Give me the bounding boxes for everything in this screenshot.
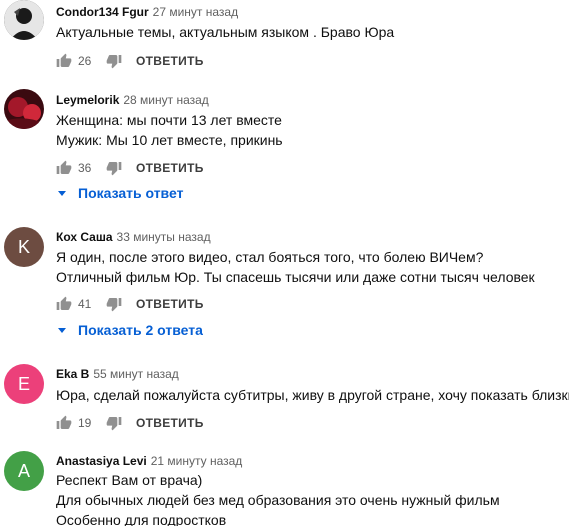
reply-button[interactable]: ОТВЕТИТЬ <box>136 54 204 68</box>
comment-line: Юра, сделай пожалуйста субтитры, живу в … <box>56 387 569 403</box>
avatar-letter: E <box>17 373 30 394</box>
caret-down-icon <box>58 328 66 333</box>
avatar[interactable]: K <box>4 227 44 267</box>
comment-line: Респект Вам от врача) <box>56 472 203 488</box>
thumb-down-icon[interactable] <box>106 160 122 176</box>
avatar-letter: A <box>17 460 30 481</box>
comment-author[interactable]: Кох Саша <box>56 230 113 244</box>
comment-line: Отличный фильм Юр. Ты спасешь тысячи или… <box>56 269 535 285</box>
thumb-up-icon[interactable] <box>56 160 72 176</box>
thumb-down-icon[interactable] <box>106 415 122 431</box>
avatar-letter: K <box>17 236 30 257</box>
comment-author[interactable]: Anastasiya Levi <box>56 454 147 468</box>
avatar[interactable]: E <box>4 364 44 404</box>
show-replies-label: Показать ответ <box>78 185 184 201</box>
like-count: 19 <box>78 416 92 430</box>
comment-time[interactable]: 27 минут назад <box>153 5 238 19</box>
thumb-up-icon[interactable] <box>56 415 72 431</box>
comment-author[interactable]: Eka B <box>56 367 89 381</box>
comment-line: Для обычных людей без мед образования эт… <box>56 492 500 508</box>
comment-text: Актуальные темы, актуальным языком . Бра… <box>56 22 394 42</box>
comment-text: Женщина: мы почти 13 лет вместе Мужик: М… <box>56 110 283 150</box>
comment-text: Юра, сделай пожалуйста субтитры, живу в … <box>56 385 569 405</box>
comment-time[interactable]: 21 минуту назад <box>151 454 243 468</box>
comment-time[interactable]: 28 минут назад <box>123 93 208 107</box>
comment-time[interactable]: 33 минуты назад <box>117 230 211 244</box>
reply-button[interactable]: ОТВЕТИТЬ <box>136 416 204 430</box>
comment-author[interactable]: Leymelorik <box>56 93 119 107</box>
avatar[interactable] <box>4 0 44 40</box>
comment-time[interactable]: 55 минут назад <box>93 367 178 381</box>
like-count: 26 <box>78 54 92 68</box>
thumb-up-icon[interactable] <box>56 296 72 312</box>
comment-line: Мужик: Мы 10 лет вместе, прикинь <box>56 132 283 148</box>
show-replies-label: Показать 2 ответа <box>78 322 203 338</box>
avatar[interactable] <box>4 89 44 129</box>
comment-author[interactable]: Condor134 Fgur <box>56 5 149 19</box>
comment-text: Респект Вам от врача) Для обычных людей … <box>56 470 500 526</box>
avatar-photo <box>4 0 44 40</box>
thumb-up-icon[interactable] <box>56 53 72 69</box>
like-count: 36 <box>78 161 92 175</box>
thumb-down-icon[interactable] <box>106 296 122 312</box>
comment-line: Актуальные темы, актуальным языком . Бра… <box>56 24 395 40</box>
comment-text: Я один, после этого видео, стал бояться … <box>56 247 535 287</box>
reply-button[interactable]: ОТВЕТИТЬ <box>136 297 204 311</box>
caret-down-icon <box>58 191 66 196</box>
thumb-down-icon[interactable] <box>106 53 122 69</box>
comment-line: Особенно для подростков <box>56 512 227 526</box>
show-replies-button[interactable]: Показать 2 ответа <box>56 320 203 340</box>
reply-button[interactable]: ОТВЕТИТЬ <box>136 161 204 175</box>
show-replies-button[interactable]: Показать ответ <box>56 183 183 203</box>
comment-line: Я один, после этого видео, стал бояться … <box>56 249 484 265</box>
avatar[interactable]: A <box>4 451 44 491</box>
like-count: 41 <box>78 297 92 311</box>
avatar-photo <box>4 89 44 129</box>
comment-line: Женщина: мы почти 13 лет вместе <box>56 112 282 128</box>
